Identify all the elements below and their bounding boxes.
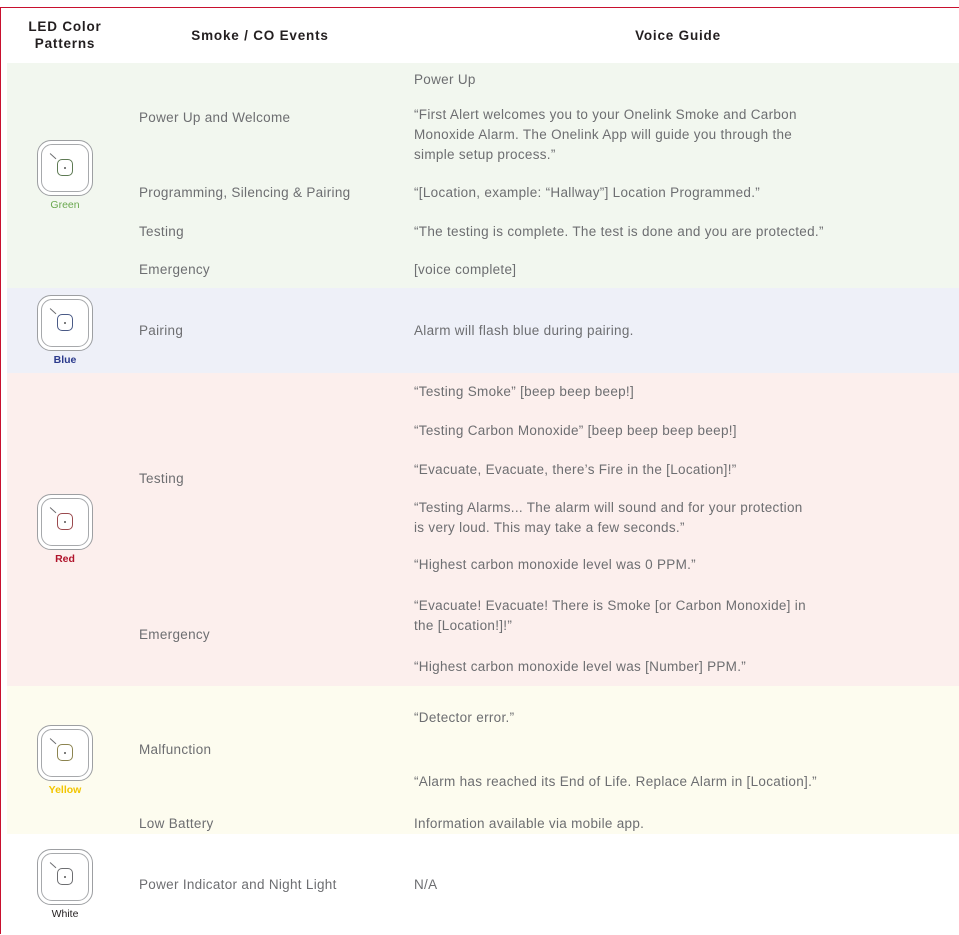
voice-cell: Power Up xyxy=(397,63,959,98)
voice-cell-text: Power Up xyxy=(414,72,476,87)
voice-cell: Alarm will flash blue during pairing. xyxy=(397,288,959,374)
led-cell-red: Red xyxy=(7,373,124,687)
led-label-blue: Blue xyxy=(53,354,77,366)
smoke-alarm-icon xyxy=(37,295,93,351)
voice-cell: “Highest carbon monoxide level was [Numb… xyxy=(397,648,959,687)
voice-cell-text: “Detector error.” xyxy=(414,710,515,725)
event-cell-text: Malfunction xyxy=(139,742,212,757)
event-cell: Low Battery xyxy=(123,814,398,835)
voice-cell: “Evacuate! Evacuate! There is Smoke [or … xyxy=(397,584,959,649)
event-cell-text: Emergency xyxy=(139,261,210,277)
voice-cell-text: Alarm will flash blue during pairing. xyxy=(414,322,634,338)
event-cell-text: Pairing xyxy=(139,322,184,338)
event-cell: Power Indicator and Night Light xyxy=(123,834,398,935)
table-left-border xyxy=(0,7,1,934)
voice-cell-text: Information available via mobile app. xyxy=(414,816,645,831)
voice-cell: “First Alert welcomes you to your Onelin… xyxy=(397,97,959,174)
event-cell-text: Power Indicator and Night Light xyxy=(139,876,337,892)
voice-cell: [voice complete] xyxy=(397,251,959,289)
voice-cell-text: “[Location, example: “Hallway”] Location… xyxy=(414,185,761,200)
event-cell-text: Programming, Silencing & Pairing xyxy=(139,185,351,200)
led-cell-green: Green xyxy=(7,63,124,289)
voice-cell: “Detector error.” xyxy=(397,686,959,751)
header-events-text: Smoke / CO Events xyxy=(191,27,329,43)
voice-cell-text: N/A xyxy=(414,876,438,892)
event-cell: Emergency xyxy=(123,584,398,687)
led-cell-blue: Blue xyxy=(7,288,124,374)
smoke-alarm-icon xyxy=(37,849,93,905)
voice-cell: “Highest carbon monoxide level was 0 PPM… xyxy=(397,546,959,585)
header-voice-text: Voice Guide xyxy=(635,27,721,43)
voice-cell-text: “Evacuate! Evacuate! There is Smoke [or … xyxy=(414,598,806,633)
event-cell: Pairing xyxy=(123,288,398,374)
voice-cell: “Testing Smoke” [beep beep beep!] xyxy=(397,373,959,412)
event-cell: Emergency xyxy=(123,251,398,289)
led-label-white: White xyxy=(51,908,79,920)
voice-cell-text: [voice complete] xyxy=(414,261,517,277)
event-cell: Programming, Silencing & Pairing xyxy=(123,173,398,214)
voice-cell-text: “First Alert welcomes you to your Onelin… xyxy=(414,107,797,162)
voice-cell: N/A xyxy=(397,834,959,935)
led-color-table: LED Color Patterns Smoke / CO Events Voice… xyxy=(0,0,959,935)
voice-cell: Information available via mobile app. xyxy=(397,814,959,835)
event-cell-text: Testing xyxy=(139,224,184,239)
event-cell: Power Up and Welcome xyxy=(123,63,398,174)
event-cell: Malfunction xyxy=(123,686,398,815)
event-cell: Testing xyxy=(123,213,398,252)
led-cell-white: White xyxy=(7,834,124,935)
event-cell: Testing xyxy=(123,373,398,585)
smoke-alarm-icon xyxy=(37,724,93,781)
table-top-border xyxy=(0,7,959,8)
voice-cell: “Alarm has reached its End of Life. Repl… xyxy=(397,750,959,815)
event-cell-text: Emergency xyxy=(139,627,210,642)
voice-cell: “Testing Carbon Monoxide” [beep beep bee… xyxy=(397,411,959,451)
smoke-alarm-icon xyxy=(37,140,93,196)
header-led: LED Color Patterns xyxy=(7,7,124,64)
header-led-text: LED Color Patterns xyxy=(28,19,102,51)
voice-cell: “Evacuate, Evacuate, there’s Fire in the… xyxy=(397,450,959,491)
voice-cell: “Testing Alarms... The alarm will sound … xyxy=(397,490,959,547)
voice-cell-text: “The testing is complete. The test is do… xyxy=(414,224,824,239)
voice-cell-text: “Testing Alarms... The alarm will sound … xyxy=(414,500,803,535)
header-events: Smoke / CO Events xyxy=(123,7,398,64)
led-label-yellow: Yellow xyxy=(48,783,82,796)
voice-cell-text: “Highest carbon monoxide level was [Numb… xyxy=(414,659,747,674)
led-cell-yellow: Yellow xyxy=(7,686,124,835)
voice-cell: “[Location, example: “Hallway”] Location… xyxy=(397,173,959,214)
event-cell-text: Testing xyxy=(139,470,184,486)
event-cell-text: Power Up and Welcome xyxy=(139,110,291,125)
led-label-red: Red xyxy=(55,553,75,565)
smoke-alarm-icon xyxy=(37,494,93,550)
voice-cell-text: “Testing Carbon Monoxide” [beep beep bee… xyxy=(414,422,737,438)
voice-cell-text: “Evacuate, Evacuate, there’s Fire in the… xyxy=(414,462,737,477)
event-cell-text: Low Battery xyxy=(139,816,214,831)
header-voice: Voice Guide xyxy=(397,7,959,64)
voice-cell-text: “Alarm has reached its End of Life. Repl… xyxy=(414,774,817,789)
voice-cell-text: “Testing Smoke” [beep beep beep!] xyxy=(414,384,635,399)
voice-cell: “The testing is complete. The test is do… xyxy=(397,213,959,252)
led-label-green: Green xyxy=(50,199,80,211)
voice-cell-text: “Highest carbon monoxide level was 0 PPM… xyxy=(414,557,696,572)
